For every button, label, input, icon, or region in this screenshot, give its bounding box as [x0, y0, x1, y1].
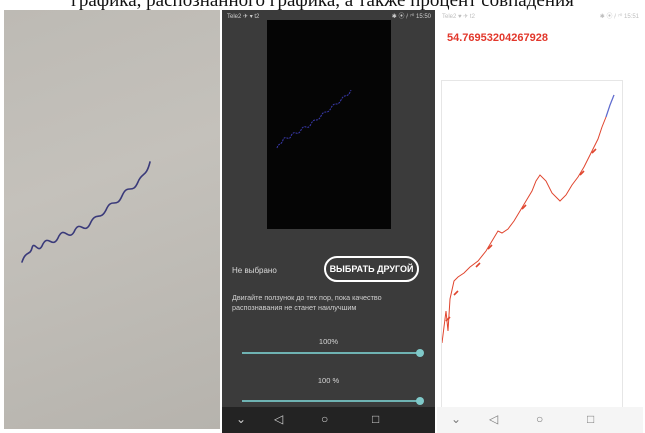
result-screen: Tele2 ♥ ✈ t2 ✱ ⦿ ᵢᴵ ⁷⁰ 15:51 54.76953204…	[437, 10, 643, 433]
back-icon[interactable]: ◁	[489, 412, 498, 426]
slider-2-thumb[interactable]	[416, 397, 424, 405]
image-preview	[267, 20, 391, 229]
status-carrier: Tele2 ✈ ▾ t2	[227, 14, 260, 20]
chevron-down-icon[interactable]: ⌄	[451, 412, 461, 426]
status-indicators: ✱ ⦿ ᵢᴵ ⁷⁰ 15:50	[391, 14, 431, 20]
choose-other-button[interactable]: ВЫБРАТЬ ДРУГОЙ	[324, 256, 419, 282]
android-nav-bar: ⌄ ◁ ○ □	[437, 407, 643, 433]
status-bar: Tele2 ♥ ✈ t2 ✱ ⦿ ᵢᴵ ⁷⁰ 15:51	[437, 10, 643, 24]
slider-1-thumb[interactable]	[416, 349, 424, 357]
slider-2-value: 100 %	[317, 376, 340, 385]
back-icon[interactable]: ◁	[274, 412, 283, 426]
paper-photo	[4, 10, 220, 429]
recents-icon[interactable]: □	[372, 412, 379, 426]
recents-icon[interactable]: □	[587, 412, 594, 426]
recognized-curve	[442, 94, 615, 344]
figure-caption: графика, распознанного графика, а также …	[0, 0, 645, 10]
quality-slider-2[interactable]	[242, 397, 424, 405]
match-percentage: 54.76953204267928	[447, 32, 548, 44]
quality-slider-1[interactable]	[242, 349, 424, 357]
handwritten-curve	[21, 161, 151, 263]
home-icon[interactable]: ○	[321, 412, 328, 426]
android-nav-bar: ⌄ ◁ ○ □	[222, 407, 435, 433]
preview-curve	[276, 89, 352, 149]
status-carrier: Tele2 ♥ ✈ t2	[442, 14, 475, 20]
chevron-down-icon[interactable]: ⌄	[236, 412, 246, 426]
home-icon[interactable]: ○	[536, 412, 543, 426]
slider-hint: Двигайте ползунок до тех пор, пока качес…	[232, 293, 382, 312]
file-status-label: Не выбрано	[232, 266, 277, 275]
recognized-graph	[441, 80, 623, 411]
slider-1-value: 100%	[318, 337, 339, 346]
recognition-screen: Tele2 ✈ ▾ t2 ✱ ⦿ ᵢᴵ ⁷⁰ 15:50 Не выбрано …	[222, 10, 435, 433]
status-indicators: ✱ ⦿ ᵢᴵ ⁷⁰ 15:51	[599, 14, 639, 20]
